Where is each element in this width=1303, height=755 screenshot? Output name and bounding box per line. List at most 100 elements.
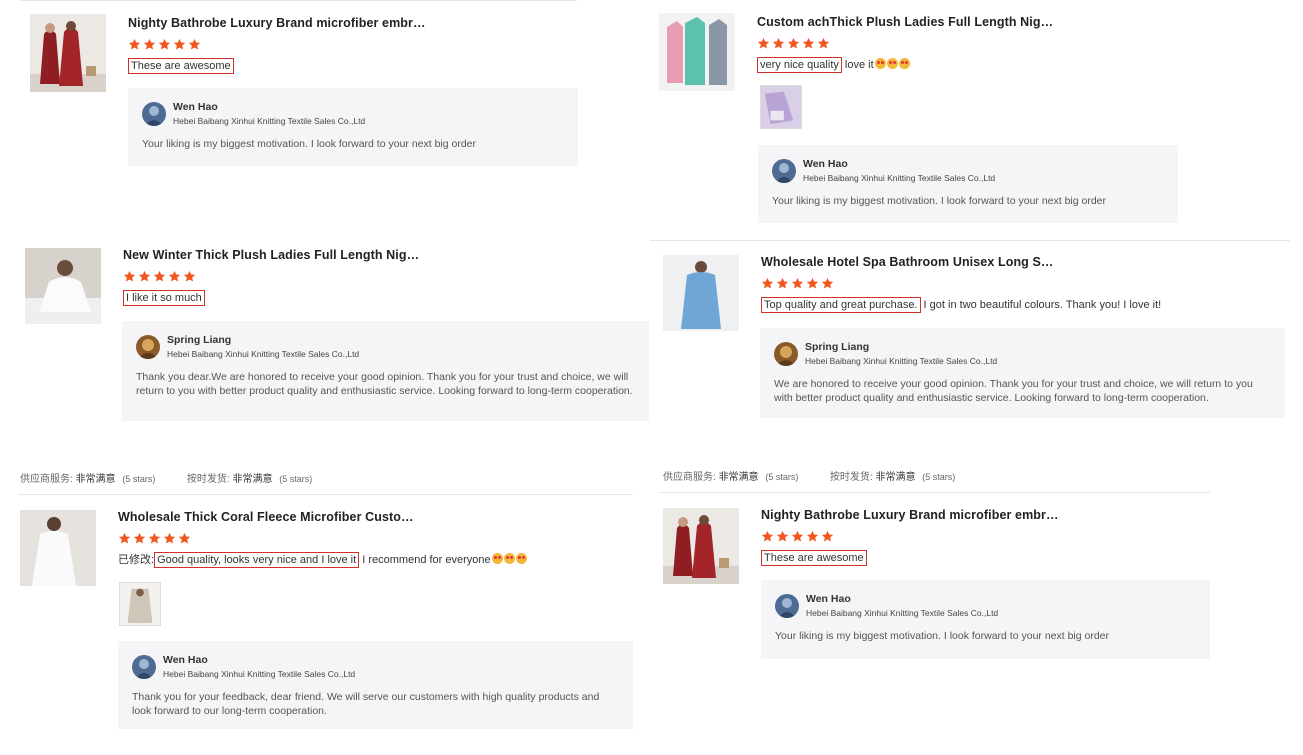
star-icon: [817, 37, 830, 50]
product-title[interactable]: New Winter Thick Plush Ladies Full Lengt…: [123, 248, 419, 262]
review-photo[interactable]: [119, 582, 161, 626]
service-value: 非常满意: [718, 472, 759, 483]
star-icon: [791, 277, 804, 290]
divider: [650, 240, 1290, 241]
product-title[interactable]: Wholesale Hotel Spa Bathroom Unisex Long…: [761, 255, 1161, 269]
star-icon: [761, 530, 774, 543]
divider: [660, 492, 1210, 493]
shipping-value: 非常满意: [875, 472, 916, 483]
comment-highlight: Good quality, looks very nice and I love…: [154, 552, 360, 568]
review-photo[interactable]: [760, 85, 802, 129]
star-icon: [806, 277, 819, 290]
product-photo: [659, 13, 735, 91]
comment-rest: I recommend for everyone: [359, 554, 491, 566]
review-comment: very nice quality love it: [757, 57, 1053, 73]
comment-highlight: These are awesome: [761, 550, 867, 566]
avatar-icon: [772, 159, 796, 183]
heart-eyes-emoji-icon: [515, 553, 527, 564]
product-title[interactable]: Wholesale Thick Coral Fleece Microfiber …: [118, 510, 527, 524]
avatar-icon: [132, 655, 156, 679]
review-comment: These are awesome: [761, 550, 1059, 566]
service-label: 供应商服务:: [20, 474, 73, 485]
product-thumbnail[interactable]: [20, 510, 96, 586]
product-photo: [25, 248, 101, 324]
star-icon: [128, 38, 141, 51]
star-icon: [757, 37, 770, 50]
star-icon: [163, 532, 176, 545]
star-icon: [772, 37, 785, 50]
review-comment: 已修改: Good quality, looks very nice and I …: [118, 552, 527, 568]
product-thumbnail[interactable]: [663, 508, 739, 584]
product-title[interactable]: Nighty Bathrobe Luxury Brand microfiber …: [761, 508, 1059, 522]
reply-company: Hebei Baibang Xinhui Knitting Textile Sa…: [163, 669, 356, 679]
review-comment: I like it so much: [123, 290, 419, 306]
reply-author: Spring Liang: [167, 334, 232, 346]
avatar-icon: [136, 335, 160, 359]
service-stars: (5 stars): [122, 474, 156, 484]
star-icon: [153, 270, 166, 283]
comment-highlight: These are awesome: [128, 58, 234, 74]
heart-eyes-emoji-icon: [491, 553, 503, 564]
divider: [18, 494, 633, 495]
star-icon: [123, 270, 136, 283]
product-thumbnail[interactable]: [663, 255, 739, 331]
star-icon: [761, 277, 774, 290]
product-photo: [30, 14, 106, 92]
comment-rest: love it: [841, 59, 874, 71]
product-thumbnail[interactable]: [25, 248, 101, 324]
star-icon: [776, 530, 789, 543]
reply-text: Thank you for your feedback, dear friend…: [132, 691, 600, 717]
divider: [20, 0, 577, 1]
star-icon: [787, 37, 800, 50]
seller-reply: Spring Liang Hebei Baibang Xinhui Knitti…: [122, 321, 649, 421]
review-comment: Top quality and great purchase. I got in…: [761, 297, 1161, 313]
reply-company: Hebei Baibang Xinhui Knitting Textile Sa…: [167, 349, 360, 359]
reply-author: Wen Hao: [803, 158, 848, 170]
rating-stars: [128, 38, 426, 53]
seller-reply: Wen Hao Hebei Baibang Xinhui Knitting Te…: [128, 88, 578, 166]
star-icon: [118, 532, 131, 545]
shipping-stars: (5 stars): [922, 472, 956, 482]
star-icon: [133, 532, 146, 545]
comment-highlight: Top quality and great purchase.: [761, 297, 921, 313]
rating-stars: [757, 37, 1053, 52]
heart-eyes-emoji-icon: [874, 58, 886, 69]
rating-stars: [118, 532, 527, 547]
heart-eyes-emoji-icon: [886, 58, 898, 69]
edited-prefix: 已修改:: [118, 554, 155, 566]
reply-author: Wen Hao: [806, 593, 851, 605]
review-comment: These are awesome: [128, 58, 426, 74]
reply-text: We are honored to receive your good opin…: [774, 378, 1253, 404]
product-thumbnail[interactable]: [30, 14, 106, 92]
star-icon: [158, 38, 171, 51]
star-icon: [791, 530, 804, 543]
seller-reply: Wen Hao Hebei Baibang Xinhui Knitting Te…: [758, 145, 1178, 223]
star-icon: [148, 532, 161, 545]
seller-reply: Wen Hao Hebei Baibang Xinhui Knitting Te…: [761, 580, 1210, 659]
rating-stars: [123, 270, 419, 285]
rating-stars: [761, 530, 1059, 545]
star-icon: [821, 530, 834, 543]
product-title[interactable]: Custom achThick Plush Ladies Full Length…: [757, 15, 1053, 29]
service-stars: (5 stars): [765, 472, 799, 482]
product-thumbnail[interactable]: [659, 13, 735, 91]
reply-text: Your liking is my biggest motivation. I …: [772, 195, 1107, 207]
product-photo: [663, 255, 739, 331]
rating-stars: [761, 277, 1161, 292]
star-icon: [143, 38, 156, 51]
reply-text: Thank you dear.We are honored to receive…: [136, 371, 633, 397]
product-photo: [20, 510, 96, 586]
star-icon: [168, 270, 181, 283]
avatar-icon: [775, 594, 799, 618]
comment-rest: I got in two beautiful colours. Thank yo…: [920, 299, 1162, 311]
star-icon: [188, 38, 201, 51]
product-title[interactable]: Nighty Bathrobe Luxury Brand microfiber …: [128, 16, 426, 30]
shipping-stars: (5 stars): [279, 474, 313, 484]
heart-eyes-emoji-icon: [898, 58, 910, 69]
star-icon: [183, 270, 196, 283]
star-icon: [821, 277, 834, 290]
reply-company: Hebei Baibang Xinhui Knitting Textile Sa…: [806, 608, 999, 618]
shipping-label: 按时发货:: [186, 474, 230, 485]
seller-reply: Spring Liang Hebei Baibang Xinhui Knitti…: [760, 328, 1285, 418]
avatar-icon: [774, 342, 798, 366]
